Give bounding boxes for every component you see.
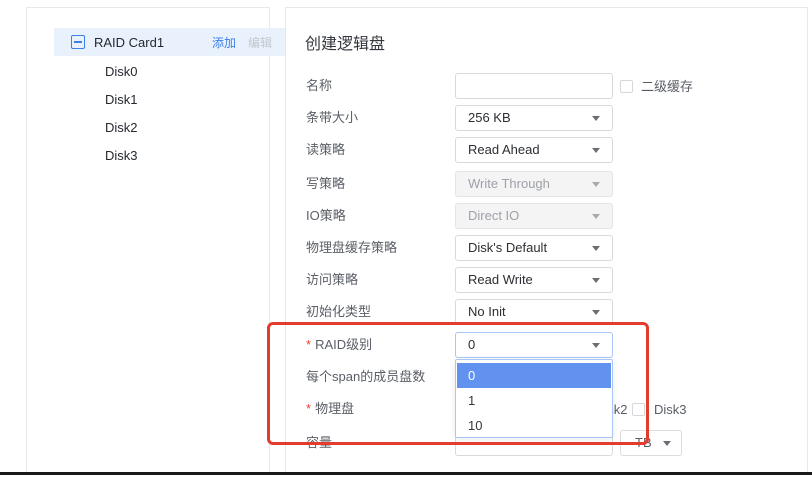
page-title: 创建逻辑盘 — [305, 30, 385, 54]
disk-cache-policy-value: Disk's Default — [468, 240, 547, 255]
raid-config-screen: RAID Card1 添加 编辑 Disk0 Disk1 Disk2 Disk3… — [0, 0, 812, 479]
raid-card-actions: 添加 编辑 — [212, 34, 286, 51]
init-type-select[interactable]: No Init — [455, 299, 613, 325]
edit-link[interactable]: 编辑 — [248, 34, 272, 51]
chevron-down-icon — [592, 182, 600, 187]
window-bottom-edge — [0, 472, 812, 475]
name-label: 名称 — [306, 73, 332, 99]
read-policy-label: 读策略 — [306, 137, 345, 163]
tree-item-disk0[interactable]: Disk0 — [105, 62, 138, 82]
init-type-value: No Init — [468, 304, 506, 319]
stripe-size-select[interactable]: 256 KB — [455, 105, 613, 131]
add-link[interactable]: 添加 — [212, 34, 236, 51]
name-input[interactable] — [455, 73, 613, 99]
chevron-down-icon — [592, 278, 600, 283]
tree-item-disk1[interactable]: Disk1 — [105, 90, 138, 110]
chevron-down-icon — [592, 116, 600, 121]
physical-disk-label: * 物理盘 — [306, 396, 354, 422]
chevron-down-icon — [592, 310, 600, 315]
write-policy-value: Write Through — [468, 176, 550, 191]
required-asterisk: * — [306, 401, 311, 416]
chevron-down-icon — [592, 214, 600, 219]
init-type-label: 初始化类型 — [306, 299, 371, 325]
stripe-size-label: 条带大小 — [306, 105, 358, 131]
physical-disk-option-disk3[interactable]: Disk3 — [632, 402, 691, 417]
raid-card-row[interactable]: RAID Card1 添加 编辑 — [54, 28, 296, 56]
secondary-cache-checkbox[interactable] — [620, 80, 633, 93]
access-policy-select[interactable]: Read Write — [455, 267, 613, 293]
read-policy-value: Read Ahead — [468, 142, 540, 157]
tree-item-disk3[interactable]: Disk3 — [105, 146, 138, 166]
io-policy-label: IO策略 — [306, 203, 346, 229]
secondary-cache-label: 二级缓存 — [641, 80, 693, 94]
disk-cache-policy-label: 物理盘缓存策略 — [306, 235, 397, 261]
chevron-down-icon — [592, 343, 600, 348]
disk3-option-label: Disk3 — [654, 402, 687, 417]
span-members-label: 每个span的成员盘数 — [306, 364, 425, 390]
write-policy-label: 写策略 — [306, 171, 345, 197]
chevron-down-icon — [592, 246, 600, 251]
raid-level-dropdown-panel: 0 1 10 — [455, 359, 613, 438]
raid-level-select[interactable]: 0 — [455, 332, 613, 358]
raid-card-label: RAID Card1 — [94, 35, 164, 50]
chevron-down-icon — [663, 441, 671, 446]
raid-level-option-1[interactable]: 1 — [457, 388, 611, 413]
raid-level-value: 0 — [468, 337, 475, 352]
disk-cache-policy-select[interactable]: Disk's Default — [455, 235, 613, 261]
physical-disk-label-text: 物理盘 — [315, 401, 354, 416]
raid-level-label: * RAID级别 — [306, 332, 372, 358]
capacity-label: 容量 — [306, 430, 332, 456]
collapse-minus-icon[interactable] — [71, 35, 85, 49]
disk3-checkbox[interactable] — [632, 403, 645, 416]
raid-level-option-0[interactable]: 0 — [457, 363, 611, 388]
capacity-unit-value: TB — [635, 435, 652, 450]
chevron-down-icon — [592, 148, 600, 153]
raid-tree-panel: RAID Card1 添加 编辑 Disk0 Disk1 Disk2 Disk3 — [26, 7, 270, 473]
io-policy-value: Direct IO — [468, 208, 519, 223]
access-policy-label: 访问策略 — [306, 267, 358, 293]
access-policy-value: Read Write — [468, 272, 533, 287]
stripe-size-value: 256 KB — [468, 110, 511, 125]
io-policy-select: Direct IO — [455, 203, 613, 229]
tree-item-disk2[interactable]: Disk2 — [105, 118, 138, 138]
required-asterisk: * — [306, 337, 311, 352]
read-policy-select[interactable]: Read Ahead — [455, 137, 613, 163]
capacity-unit-select[interactable]: TB — [620, 430, 682, 456]
write-policy-select: Write Through — [455, 171, 613, 197]
raid-level-option-10[interactable]: 10 — [457, 413, 611, 438]
raid-level-label-text: RAID级别 — [315, 337, 372, 352]
